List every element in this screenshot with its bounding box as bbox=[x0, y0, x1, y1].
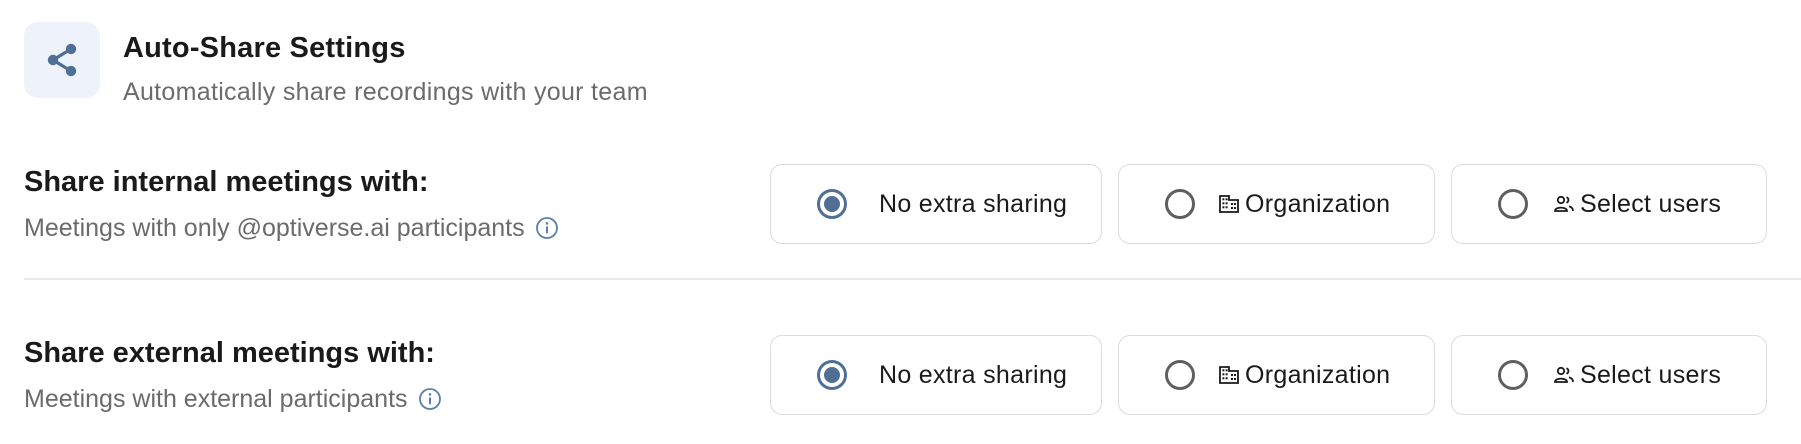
internal-sharing-description: Meetings with only @optiverse.ai partici… bbox=[24, 212, 559, 244]
option-label-wrapper: Select users bbox=[1554, 190, 1721, 219]
option-label: No extra sharing bbox=[879, 360, 1068, 389]
auto-share-header: Auto-Share Settings Automatically share … bbox=[24, 22, 648, 108]
internal-option-organization[interactable]: Organization bbox=[1118, 164, 1435, 244]
external-sharing-description: Meetings with external participants bbox=[24, 383, 442, 415]
info-icon[interactable] bbox=[535, 216, 559, 240]
external-sharing-title: Share external meetings with: bbox=[24, 337, 435, 369]
radio-unselected[interactable] bbox=[1498, 360, 1528, 390]
page-subtitle: Automatically share recordings with your… bbox=[123, 78, 648, 106]
external-option-no-extra-sharing[interactable]: No extra sharing bbox=[770, 335, 1102, 415]
external-sharing-options: No extra sharing Organization Select use… bbox=[770, 335, 1767, 415]
external-option-select-users[interactable]: Select users bbox=[1451, 335, 1767, 415]
internal-option-select-users[interactable]: Select users bbox=[1451, 164, 1767, 244]
option-label: No extra sharing bbox=[879, 189, 1068, 218]
share-icon bbox=[24, 22, 100, 98]
users-icon bbox=[1554, 366, 1574, 384]
building-icon bbox=[1219, 365, 1239, 385]
radio-selected[interactable] bbox=[817, 360, 847, 390]
internal-sharing-options: No extra sharing Organization Select use… bbox=[770, 164, 1767, 244]
users-icon bbox=[1554, 195, 1574, 213]
external-option-organization[interactable]: Organization bbox=[1118, 335, 1435, 415]
internal-sharing-title: Share internal meetings with: bbox=[24, 166, 429, 198]
internal-sharing-description-text: Meetings with only @optiverse.ai partici… bbox=[24, 214, 525, 242]
radio-unselected[interactable] bbox=[1165, 360, 1195, 390]
external-sharing-label: Share external meetings with: Meetings w… bbox=[24, 335, 442, 415]
divider bbox=[24, 278, 1801, 280]
internal-option-no-extra-sharing[interactable]: No extra sharing bbox=[770, 164, 1102, 244]
internal-sharing-row: Share internal meetings with: Meetings w… bbox=[24, 152, 1801, 272]
option-label: Organization bbox=[1245, 189, 1391, 218]
option-label: Select users bbox=[1580, 360, 1722, 389]
option-label: Select users bbox=[1580, 189, 1722, 218]
radio-selected[interactable] bbox=[817, 189, 847, 219]
radio-unselected[interactable] bbox=[1498, 189, 1528, 219]
option-label: Organization bbox=[1245, 360, 1391, 389]
info-icon[interactable] bbox=[418, 387, 442, 411]
option-label-wrapper: Organization bbox=[1219, 361, 1390, 390]
option-label-wrapper: Select users bbox=[1554, 361, 1721, 390]
external-sharing-description-text: Meetings with external participants bbox=[24, 385, 408, 413]
option-label-wrapper: Organization bbox=[1219, 190, 1390, 219]
radio-unselected[interactable] bbox=[1165, 189, 1195, 219]
building-icon bbox=[1219, 194, 1239, 214]
page-title: Auto-Share Settings bbox=[123, 32, 406, 64]
external-sharing-row: Share external meetings with: Meetings w… bbox=[24, 323, 1801, 443]
internal-sharing-label: Share internal meetings with: Meetings w… bbox=[24, 164, 559, 244]
